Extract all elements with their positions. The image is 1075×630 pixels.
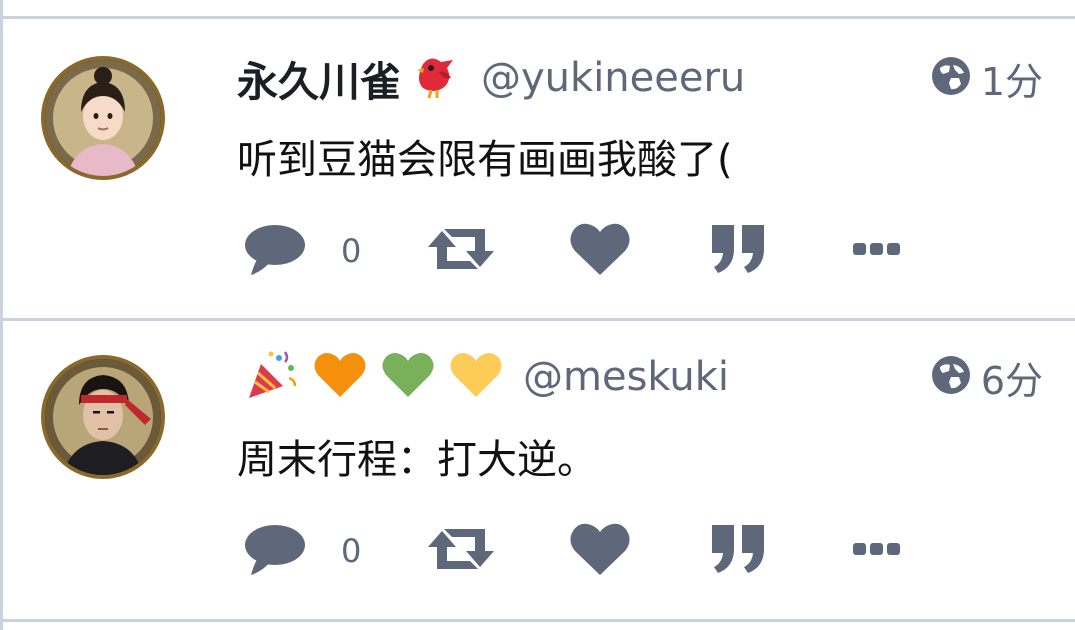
post-meta[interactable]: 6分 [931, 349, 1043, 405]
yellow-heart-emoji [449, 351, 503, 403]
green-heart-emoji [381, 351, 435, 403]
avatar[interactable] [41, 56, 165, 180]
post-content: 周末行程：打大逆。 [237, 437, 597, 483]
favourite-icon [569, 221, 631, 281]
account-name-row[interactable]: 永久川雀 @yukineeeru [237, 50, 745, 106]
quote-button[interactable] [710, 521, 768, 581]
account-handle[interactable]: @meskuki [523, 354, 729, 400]
boost-icon [426, 225, 496, 277]
account-handle[interactable]: @yukineeeru [481, 55, 745, 101]
status-post[interactable]: 永久川雀 @yukineeeru 1分 听到豆猫会限有画画我酸了(0 [3, 19, 1075, 319]
favourite-button[interactable] [569, 521, 631, 581]
status-post[interactable]: @meskuki 6分 周末行程：打大逆。 0 [3, 321, 1075, 621]
more-icon [853, 241, 901, 261]
party-popper-emoji [245, 348, 299, 406]
display-name[interactable]: 永久川雀 [237, 48, 401, 108]
globe-icon [931, 355, 971, 399]
action-bar: 0 [243, 221, 943, 281]
boost-button[interactable] [426, 221, 496, 281]
boost-button[interactable] [426, 521, 496, 581]
more-button[interactable] [853, 521, 901, 581]
more-icon [853, 541, 901, 561]
orange-heart-emoji [313, 351, 367, 403]
timeline: 永久川雀 @yukineeeru 1分 听到豆猫会限有画画我酸了(0 @mes… [0, 0, 1075, 630]
reply-icon [243, 221, 307, 281]
favourite-button[interactable] [569, 221, 631, 281]
post-time[interactable]: 6分 [981, 350, 1043, 405]
reply-button[interactable]: 0 [243, 221, 361, 281]
separator [3, 619, 1075, 622]
quote-icon [710, 523, 768, 579]
boost-icon [426, 525, 496, 577]
quote-button[interactable] [710, 221, 768, 281]
avatar[interactable] [41, 355, 165, 479]
globe-icon [931, 56, 971, 100]
reply-button[interactable]: 0 [243, 521, 361, 581]
post-time[interactable]: 1分 [981, 51, 1043, 106]
account-name-row[interactable]: @meskuki [237, 349, 729, 405]
reply-count: 0 [341, 232, 362, 270]
more-button[interactable] [853, 221, 901, 281]
quote-icon [710, 223, 768, 279]
bird-emoji [409, 50, 461, 106]
favourite-icon [569, 521, 631, 581]
post-meta[interactable]: 1分 [931, 50, 1043, 106]
reply-icon [243, 521, 307, 581]
post-content: 听到豆猫会限有画画我酸了( [237, 137, 733, 183]
action-bar: 0 [243, 521, 943, 581]
reply-count: 0 [341, 532, 362, 570]
